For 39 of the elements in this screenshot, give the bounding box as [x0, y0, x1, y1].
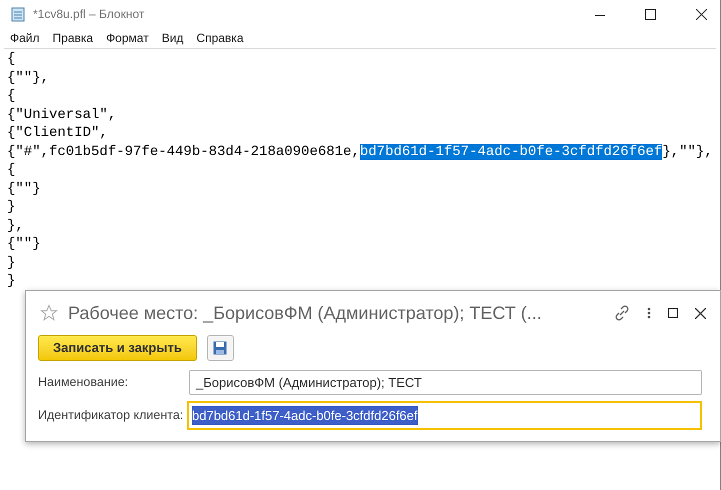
text-line: {: [7, 88, 16, 104]
text-line: {: [7, 51, 16, 67]
text-line: {"ClientID",: [7, 125, 108, 141]
field-label: Наименование:: [38, 374, 130, 392]
text-line: }: [7, 199, 16, 215]
field-value: bd7bd61d-1f57-4adc-b0fe-3cfdfd26f6ef: [192, 406, 418, 426]
maximize-icon[interactable]: [645, 8, 656, 20]
menu-item[interactable]: Справка: [196, 28, 244, 46]
menu-item[interactable]: Вид: [162, 28, 184, 46]
text-line: {"Universal",: [7, 106, 116, 122]
maximize-icon[interactable]: [668, 308, 678, 318]
input-field[interactable]: bd7bd61d-1f57-4adc-b0fe-3cfdfd26f6ef: [187, 401, 702, 430]
minimize-icon[interactable]: [595, 14, 605, 16]
notepad-icon: [10, 6, 26, 22]
close-icon[interactable]: [696, 8, 707, 20]
save-button[interactable]: [206, 335, 234, 361]
text-line: {""},: [7, 70, 50, 86]
star-icon[interactable]: [40, 304, 58, 322]
text-line: {: [7, 162, 16, 178]
field-value: _БорисовФМ (Администратор); ТЕСТ: [196, 374, 422, 392]
text-line: },""},: [662, 144, 713, 160]
menu-item[interactable]: Правка: [52, 28, 94, 46]
selected-text: bd7bd61d-1f57-4adc-b0fe-3cfdfd26f6ef: [360, 144, 662, 160]
more-icon[interactable]: [647, 307, 651, 319]
text-line: },: [7, 218, 24, 234]
window-title: *1cv8u.pfl – Блокнот: [33, 6, 144, 23]
text-line: }: [7, 273, 16, 289]
close-icon[interactable]: [695, 308, 706, 318]
text-line: {""}: [7, 236, 41, 252]
dialog-title: Рабочее место: _БорисовФМ (Администратор); ТЕСТ (...: [68, 302, 542, 325]
link-icon[interactable]: [614, 305, 630, 321]
menu-item[interactable]: Файл: [10, 28, 40, 46]
text-line: {"#",fc01b5df-97fe-449b-83d4-218a090e681e,: [7, 144, 360, 160]
text-line: {""}: [7, 180, 41, 196]
text-line: }: [7, 254, 16, 270]
input-field[interactable]: _БорисовФМ (Администратор); ТЕСТ: [189, 370, 702, 395]
menu-item[interactable]: Формат: [106, 28, 149, 46]
save-and-close-button[interactable]: Записать и закрыть: [38, 335, 197, 361]
field-label: Идентификатор клиента:: [38, 407, 184, 424]
